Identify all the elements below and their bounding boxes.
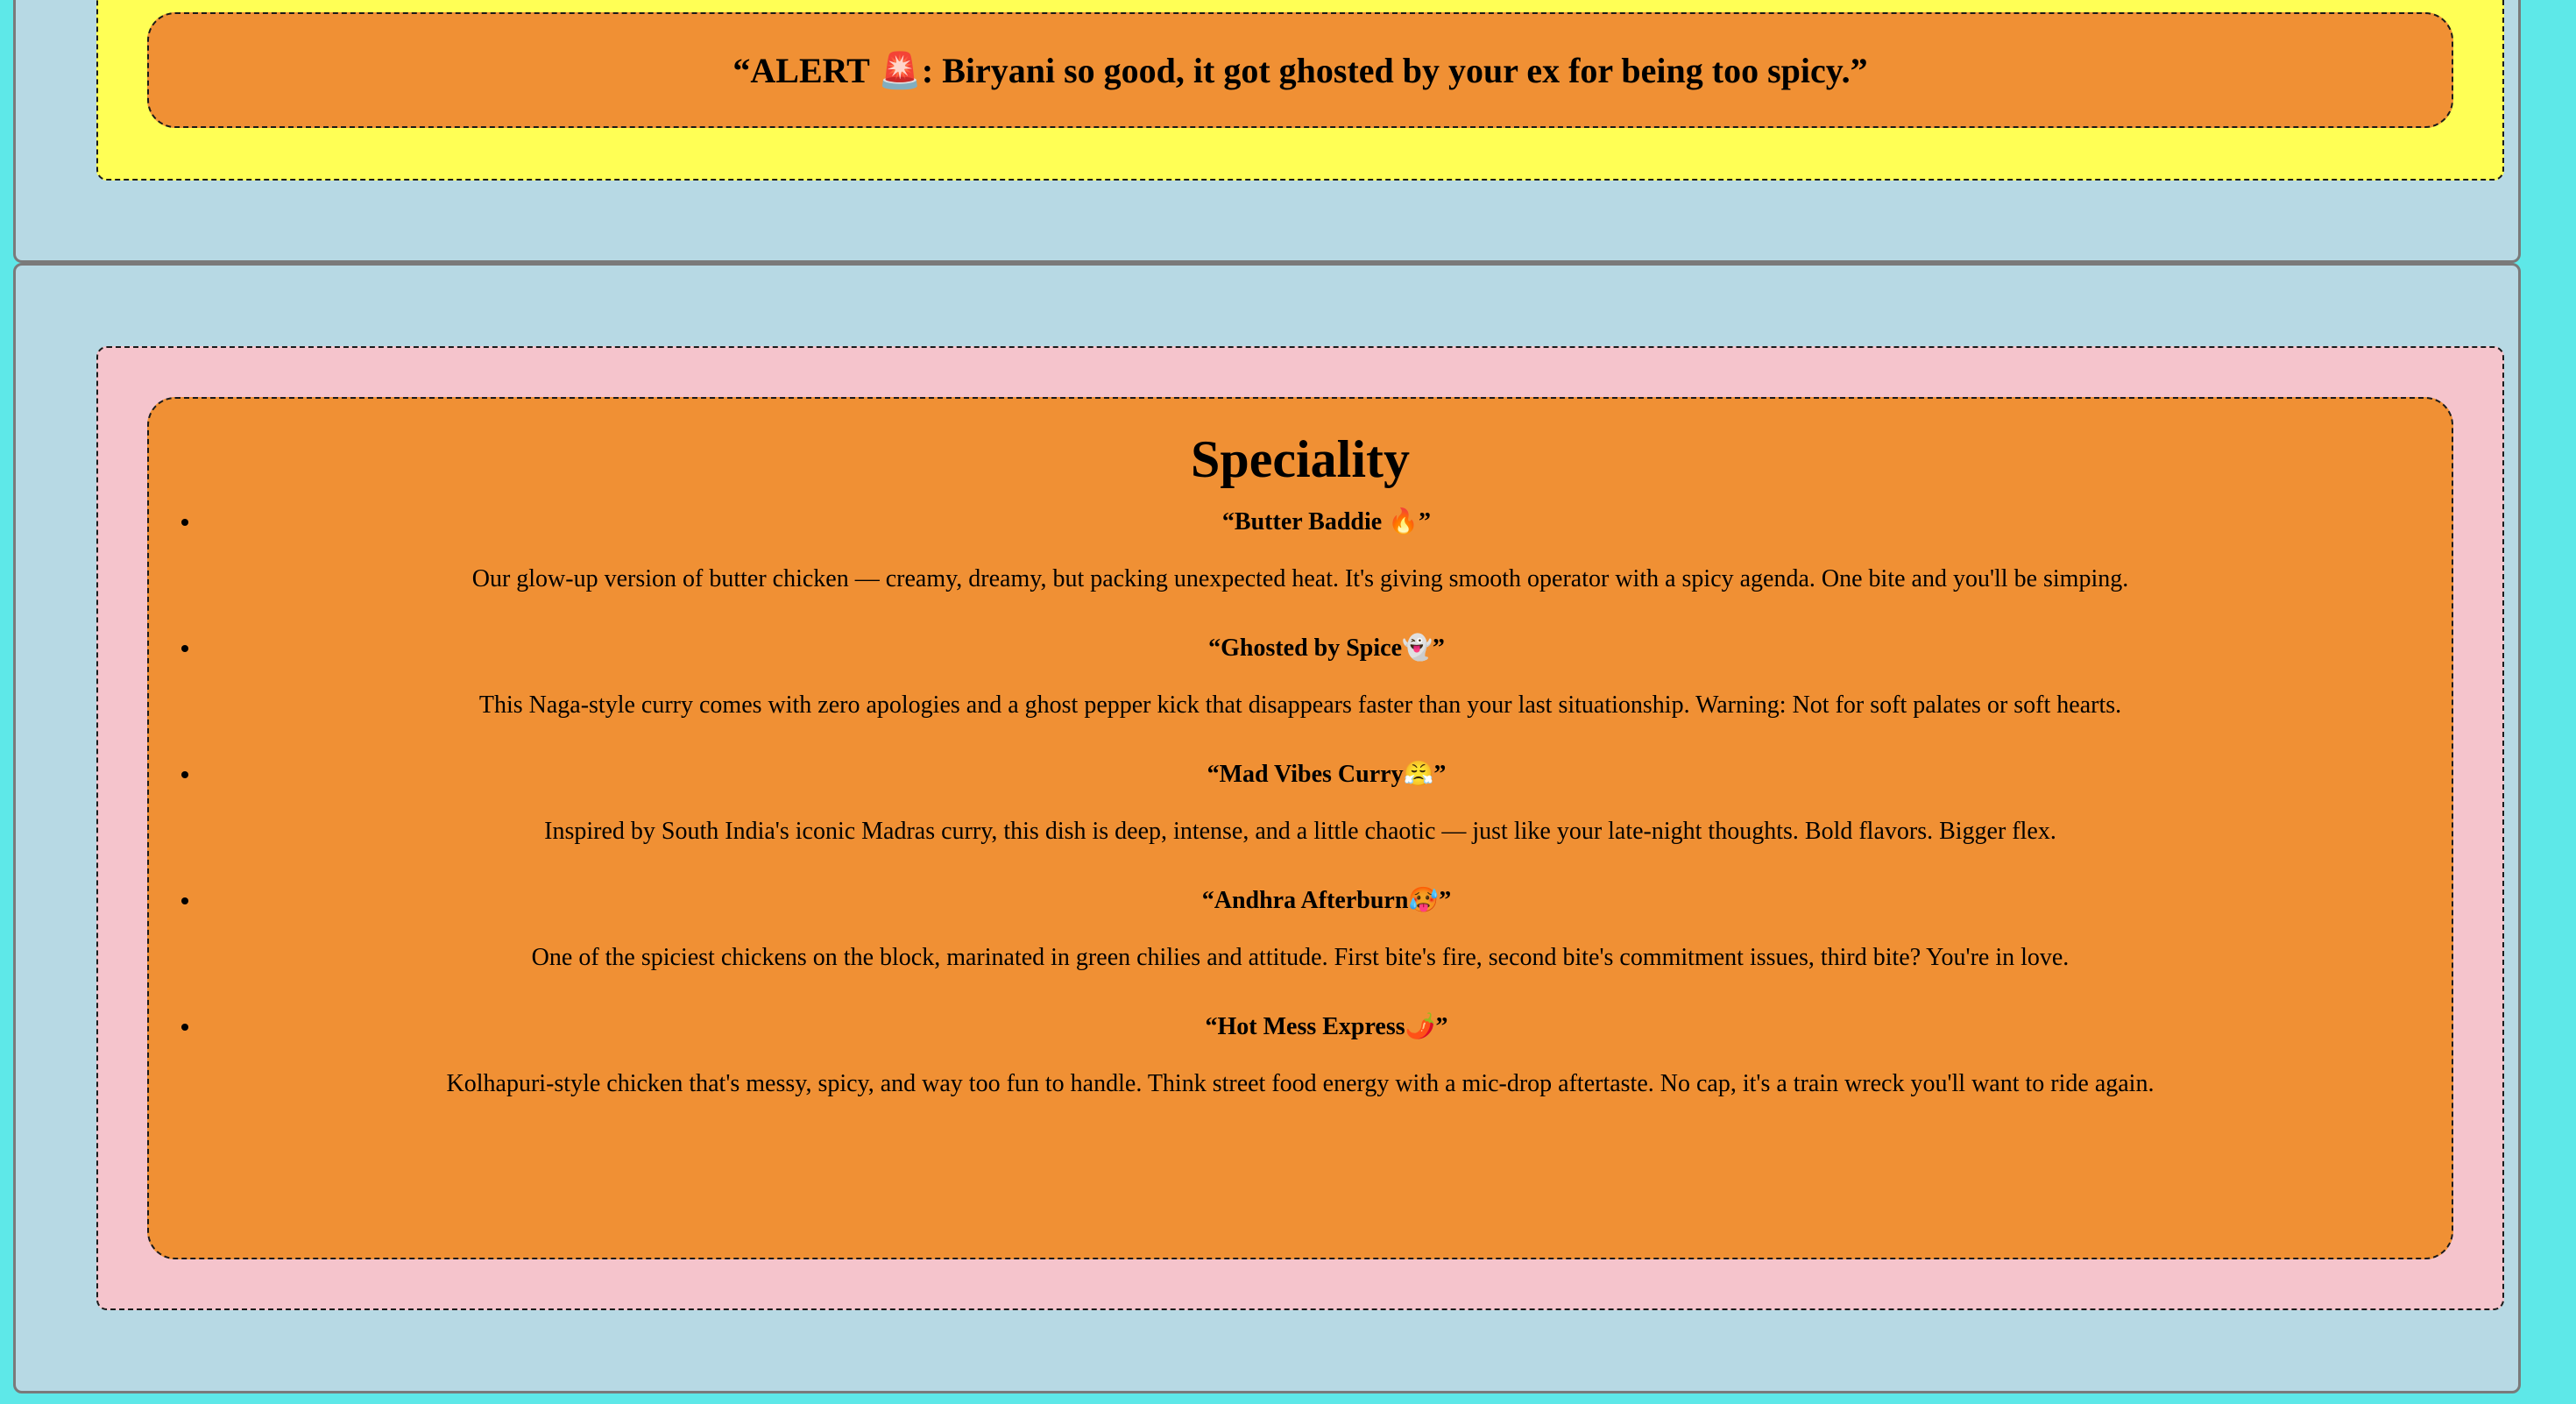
speciality-list: “Butter Baddie 🔥” Our glow-up version of… (149, 507, 2452, 1100)
dish-name: “Butter Baddie 🔥” (1221, 508, 1432, 535)
dish-description: Kolhapuri-style chicken that's messy, sp… (446, 1069, 2155, 1097)
alert-outer-box: “ALERT 🚨: Biryani so good, it got ghoste… (96, 0, 2504, 181)
speciality-outer-box: Speciality “Butter Baddie 🔥” Our glow-up… (96, 346, 2504, 1310)
dish-name: “Ghosted by Spice👻” (1208, 634, 1445, 662)
list-item: “Mad Vibes Curry😤” Inspired by South Ind… (202, 760, 2452, 847)
dish-name: “Andhra Afterburn🥵” (1201, 886, 1452, 914)
dish-description: Inspired by South India's iconic Madras … (544, 817, 2056, 845)
dish-description: One of the spiciest chickens on the bloc… (531, 943, 2070, 971)
speciality-title: Speciality (1191, 430, 1410, 488)
dish-name: “Hot Mess Express🌶️” (1205, 1012, 1448, 1040)
dish-description: Our glow-up version of butter chicken — … (471, 564, 2129, 592)
speciality-inner-box: Speciality “Butter Baddie 🔥” Our glow-up… (147, 397, 2453, 1259)
dish-name: “Mad Vibes Curry😤” (1207, 760, 1447, 788)
list-item: “Hot Mess Express🌶️” Kolhapuri-style chi… (202, 1012, 2452, 1100)
dish-description: This Naga-style curry comes with zero ap… (478, 691, 2122, 719)
speciality-section: Speciality “Butter Baddie 🔥” Our glow-up… (13, 263, 2521, 1393)
alert-section: “ALERT 🚨: Biryani so good, it got ghoste… (13, 0, 2521, 263)
list-item: “Butter Baddie 🔥” Our glow-up version of… (202, 507, 2452, 595)
list-item: “Andhra Afterburn🥵” One of the spiciest … (202, 886, 2452, 974)
alert-inner-box: “ALERT 🚨: Biryani so good, it got ghoste… (147, 12, 2453, 128)
alert-text: “ALERT 🚨: Biryani so good, it got ghoste… (732, 50, 1868, 90)
list-item: “Ghosted by Spice👻” This Naga-style curr… (202, 634, 2452, 721)
